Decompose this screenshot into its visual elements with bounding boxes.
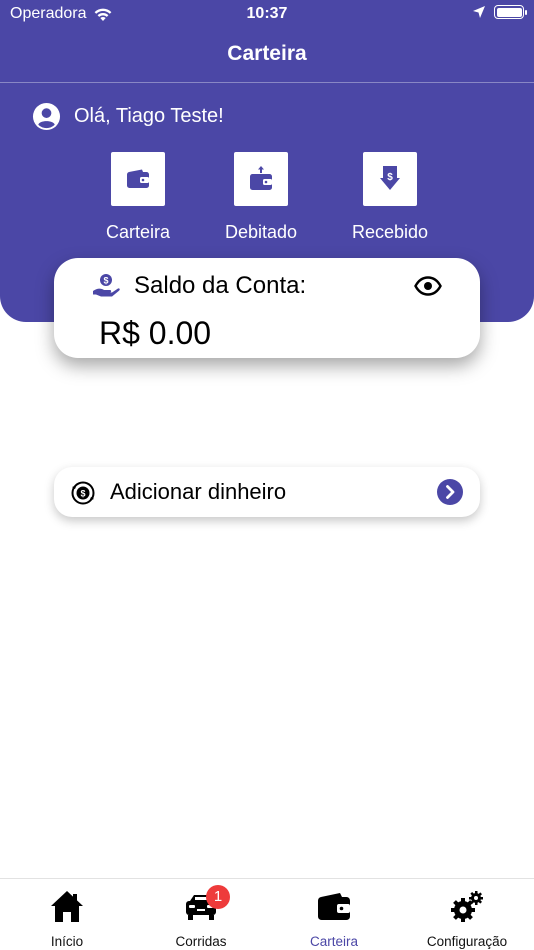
tab-configuracao[interactable]: Configuração [400, 879, 534, 950]
tab-label: Carteira [309, 934, 358, 949]
balance-header: $ Saldo da Conta: [92, 272, 306, 300]
tab-inicio[interactable]: Início [0, 879, 134, 950]
tab-label: Início [50, 934, 84, 949]
carteira-button[interactable] [111, 152, 165, 206]
tab-bar: Início 1 Corridas Carteira Configuração [0, 878, 534, 950]
status-time: 10:37 [246, 5, 288, 22]
home-icon [51, 891, 83, 922]
balance-label: Saldo da Conta: [134, 272, 307, 299]
wallet-icon [318, 893, 350, 920]
add-money-label: Adicionar dinheiro [110, 479, 287, 504]
money-in-icon: $ [380, 166, 400, 190]
greeting-text: Olá, Tiago Teste! [74, 105, 224, 127]
svg-text:$: $ [103, 276, 108, 286]
quick-action-label: Carteira [105, 222, 171, 242]
quick-action-label: Recebido [351, 222, 429, 242]
hand-coin-icon: $ [93, 274, 120, 297]
money-cycle-icon: $ [71, 481, 95, 505]
chevron-right-circle-icon [437, 479, 463, 505]
debitado-button[interactable] [234, 152, 288, 206]
quick-action-recebido[interactable]: $ Recebido [335, 152, 445, 243]
balance-value: R$ 0.00 [99, 315, 212, 351]
svg-text:$: $ [387, 172, 393, 183]
wallet-screen: Operadora 10:37 Carteira Olá, Tiago Test… [0, 0, 534, 950]
balance-card: $ Saldo da Conta: R$ 0.00 [54, 258, 480, 358]
battery-icon [494, 5, 527, 19]
recebido-button[interactable]: $ [363, 152, 417, 206]
notification-badge: 1 [206, 885, 230, 909]
status-right [472, 5, 527, 19]
user-circle-icon [32, 102, 61, 131]
tab-carteira[interactable]: Carteira [267, 879, 401, 950]
tab-corridas[interactable]: 1 Corridas [134, 879, 268, 950]
svg-text:$: $ [80, 489, 85, 499]
quick-actions: Carteira Debitado $ Recebido [0, 152, 534, 252]
tab-label: Corridas [175, 934, 227, 949]
status-bar: Operadora 10:37 [0, 0, 534, 28]
wallet-icon [127, 169, 149, 188]
tab-label: Configuração [426, 934, 508, 949]
quick-action-label: Debitado [224, 222, 298, 242]
location-arrow-icon [473, 6, 485, 18]
quick-action-carteira[interactable]: Carteira [83, 152, 193, 243]
wallet-out-icon [250, 166, 272, 190]
gears-icon [451, 891, 483, 922]
nav-divider [0, 82, 534, 83]
page-title: Carteira [227, 42, 307, 65]
greeting: Olá, Tiago Teste! [32, 102, 224, 131]
quick-action-debitado[interactable]: Debitado [206, 152, 316, 243]
add-money-button[interactable]: $ Adicionar dinheiro [54, 467, 480, 517]
eye-icon[interactable] [414, 274, 442, 298]
